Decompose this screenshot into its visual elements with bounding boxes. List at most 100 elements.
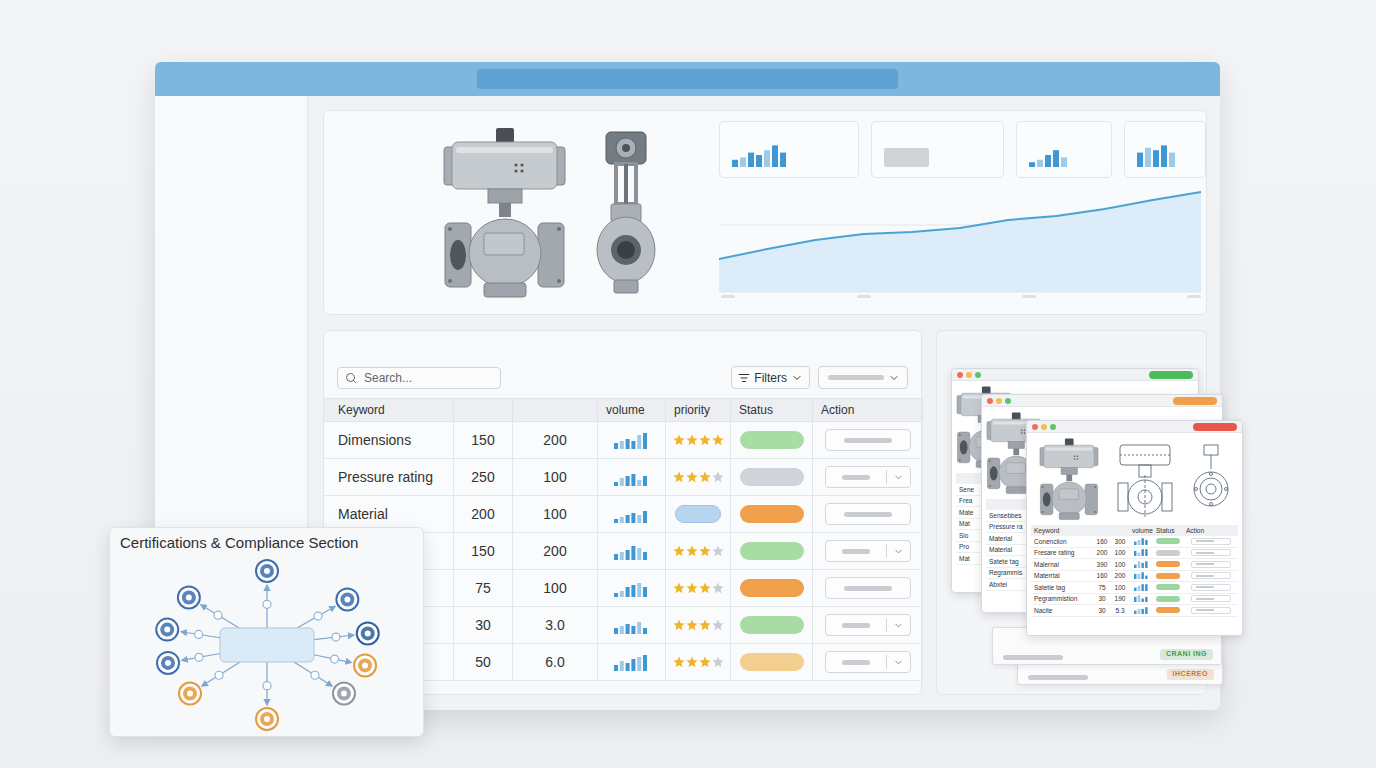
column-header[interactable]: Status [731, 399, 813, 421]
mini-status-pill [1156, 607, 1180, 613]
connector-node [332, 633, 340, 641]
content: Filters Keyword volumepriorityStatusAction… [308, 96, 1220, 710]
mini-status-pill [1156, 573, 1180, 579]
hub-node [220, 628, 314, 662]
stat-card[interactable] [719, 121, 859, 178]
certification-badge-icon[interactable] [336, 588, 358, 610]
mini-table-row: Pegrammistion30190 [1031, 594, 1238, 606]
maximize-dot[interactable] [1005, 398, 1011, 404]
keyword-cell: Pressure rating [324, 459, 454, 495]
action-button[interactable] [825, 577, 911, 599]
table-row[interactable]: Dimensions150200 [324, 422, 921, 459]
window-title-bar [952, 369, 1198, 381]
mini-status-pill [1156, 550, 1180, 556]
mini-action-button[interactable] [1191, 561, 1231, 568]
window-tag [1173, 397, 1217, 405]
mini-volume-bars [1134, 561, 1149, 568]
stat-cards [719, 121, 1206, 178]
certification-badge-icon[interactable] [256, 560, 278, 582]
view-dropdown[interactable] [818, 366, 908, 389]
certification-badge-icon[interactable] [357, 622, 379, 644]
volume-bars [614, 468, 649, 486]
value-cell: 3.0 [513, 607, 598, 643]
table-header: Keyword volumepriorityStatusAction [324, 398, 921, 422]
action-button[interactable] [825, 651, 911, 673]
maximize-dot[interactable] [1050, 424, 1056, 430]
mini-action-button[interactable] [1191, 607, 1231, 614]
product-photos [324, 111, 719, 314]
certification-badge-icon[interactable] [256, 708, 278, 730]
priority-stars [673, 619, 724, 631]
search-input[interactable] [362, 370, 493, 386]
value-cell: 100 [513, 570, 598, 606]
column-header[interactable]: Keyword [324, 399, 454, 421]
certification-badge-icon[interactable] [354, 654, 376, 676]
status-cell [731, 422, 813, 458]
certification-diagram [110, 555, 423, 736]
minimize-dot[interactable] [996, 398, 1002, 404]
connector-node [195, 630, 203, 638]
filters-button[interactable]: Filters [731, 366, 810, 389]
maximize-dot[interactable] [975, 372, 981, 378]
column-header[interactable]: priority [666, 399, 731, 421]
status-pill [740, 431, 804, 449]
mini-action-button[interactable] [1191, 584, 1231, 591]
priority-cell [666, 496, 731, 532]
star-icon [699, 545, 711, 557]
value-cell: 100 [513, 496, 598, 532]
trend-chart [719, 190, 1201, 300]
certification-badge-icon[interactable] [333, 683, 355, 705]
action-button[interactable] [825, 614, 911, 636]
stat-card[interactable] [1016, 121, 1112, 178]
action-button[interactable] [825, 466, 911, 488]
star-icon [673, 656, 685, 668]
preview-window[interactable]: KeywordvolumeStatusActionConenciion16030… [1026, 420, 1243, 636]
stat-card[interactable] [1124, 121, 1206, 178]
close-dot[interactable] [957, 372, 963, 378]
action-button[interactable] [825, 429, 911, 451]
mini-action-button[interactable] [1191, 549, 1231, 556]
window-tag [1193, 423, 1237, 431]
mini-volume-bars [1134, 584, 1149, 591]
chevron-down-icon [791, 372, 803, 384]
action-button[interactable] [825, 540, 911, 562]
column-header[interactable] [513, 399, 598, 421]
certification-badge-icon[interactable] [157, 652, 179, 674]
mini-action-button[interactable] [1191, 572, 1231, 579]
connector-node [331, 655, 339, 663]
certification-badge-icon[interactable] [178, 586, 200, 608]
star-icon [712, 619, 724, 631]
volume-cell [598, 607, 666, 643]
priority-stars [673, 471, 724, 483]
status-pill [740, 542, 804, 560]
star-icon [686, 434, 698, 446]
volume-bars [614, 542, 649, 560]
mini-volume-bars [1134, 549, 1149, 556]
action-cell [813, 533, 923, 569]
search-field[interactable] [337, 367, 501, 389]
value-cell: 250 [454, 459, 513, 495]
mini-status-pill [1156, 584, 1180, 590]
column-header[interactable] [454, 399, 513, 421]
address-bar[interactable] [477, 69, 898, 89]
action-button[interactable] [825, 503, 911, 525]
close-dot[interactable] [987, 398, 993, 404]
priority-pill [675, 505, 721, 523]
action-cell [813, 644, 923, 680]
mini-action-button[interactable] [1191, 538, 1231, 545]
value-cell: 200 [454, 496, 513, 532]
stat-card[interactable] [871, 121, 1004, 178]
mini-action-button[interactable] [1191, 595, 1231, 602]
close-dot[interactable] [1032, 424, 1038, 430]
chevron-down-icon [893, 472, 904, 483]
table-row[interactable]: Pressure rating250100 [324, 459, 921, 496]
connector-node [215, 671, 223, 679]
column-header[interactable]: Action [813, 399, 923, 421]
certification-badge-icon[interactable] [156, 619, 178, 641]
minimize-dot[interactable] [966, 372, 972, 378]
volume-bars [614, 616, 649, 634]
minimize-dot[interactable] [1041, 424, 1047, 430]
certification-badge-icon[interactable] [179, 683, 201, 705]
analytics [719, 111, 1206, 314]
column-header[interactable]: volume [598, 399, 666, 421]
